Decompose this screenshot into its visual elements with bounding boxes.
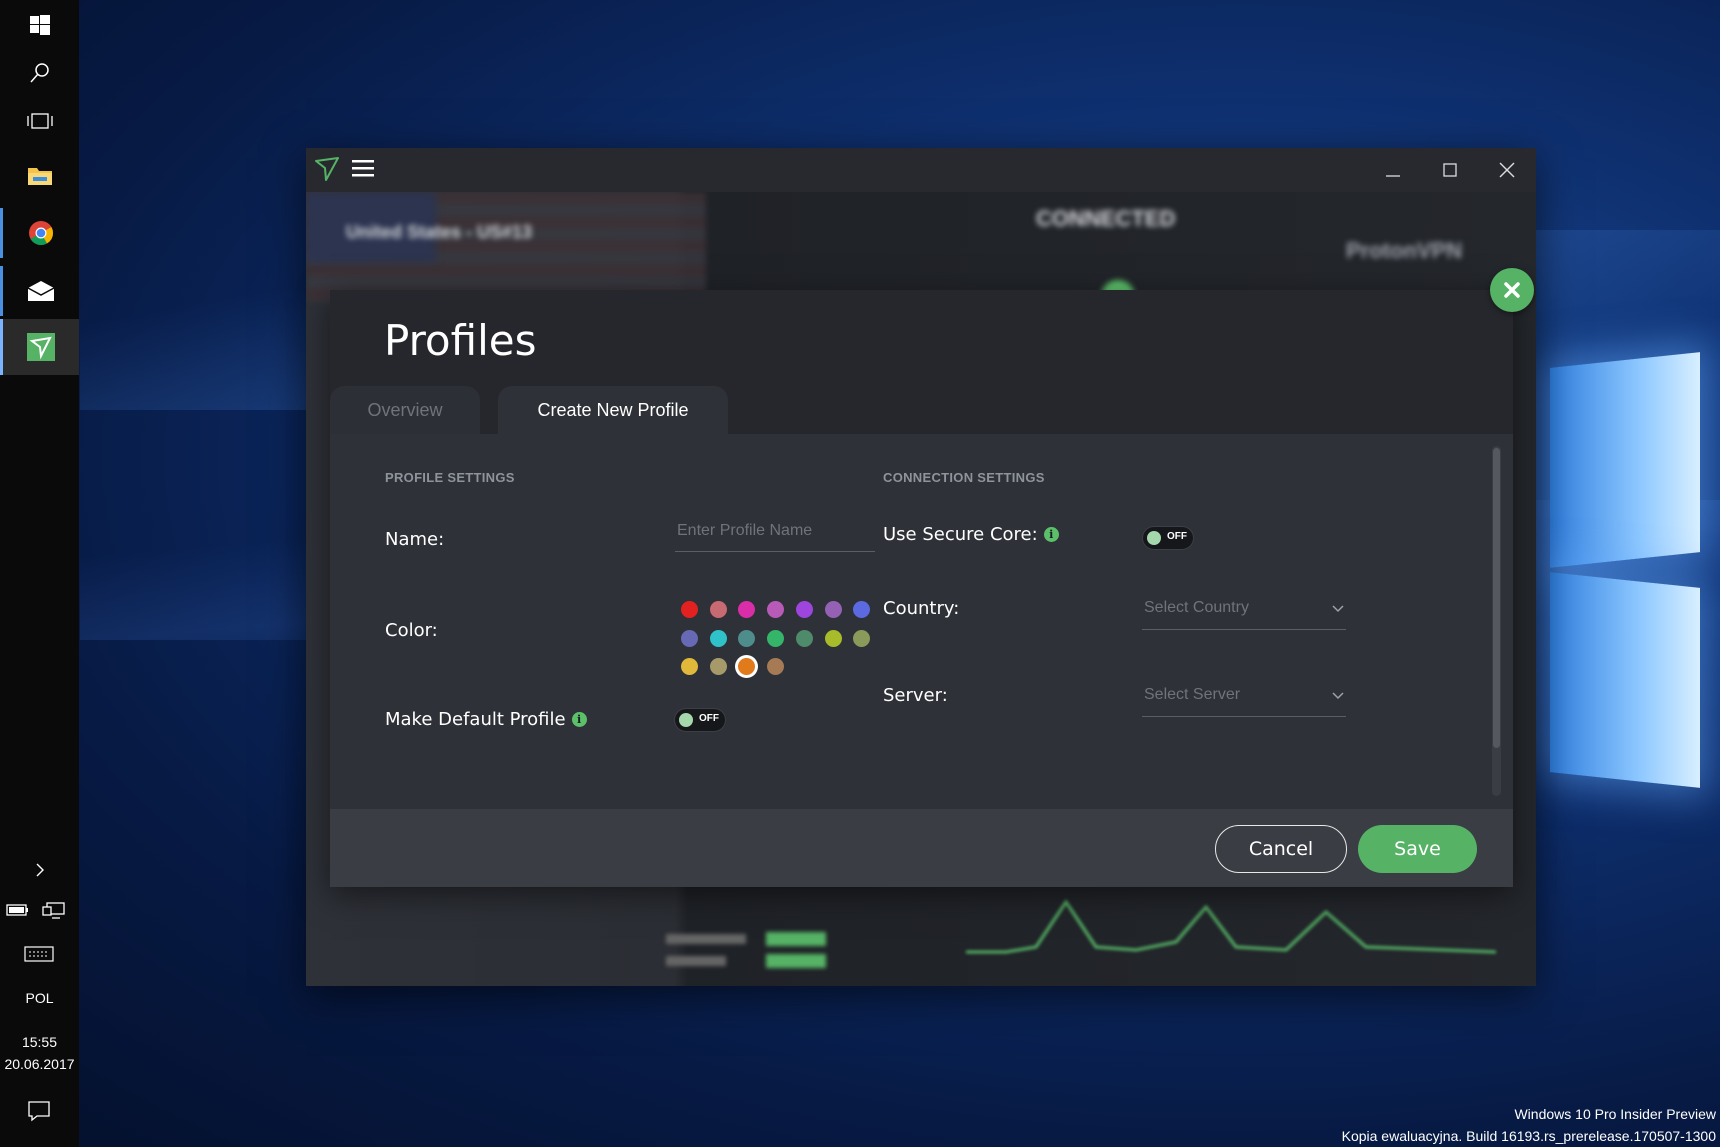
country-select[interactable]: Select Country bbox=[1142, 586, 1346, 630]
create-profile-panel: PROFILE SETTINGS Name: Color: Make Defau… bbox=[330, 434, 1513, 809]
server-label: Server: bbox=[883, 685, 948, 706]
search-icon[interactable] bbox=[0, 48, 79, 98]
connection-settings-heading: CONNECTION SETTINGS bbox=[883, 470, 1045, 485]
title-bar bbox=[306, 148, 1536, 192]
color-swatch[interactable] bbox=[681, 658, 698, 676]
scrollbar-thumb[interactable] bbox=[1493, 448, 1500, 748]
color-swatch-selected[interactable] bbox=[738, 658, 756, 676]
secure-core-text: Use Secure Core: bbox=[883, 524, 1038, 545]
window-close-button[interactable] bbox=[1487, 154, 1527, 186]
protonvpn-logo-icon bbox=[314, 156, 340, 187]
info-icon[interactable]: i bbox=[571, 712, 587, 727]
tab-create-new-profile[interactable]: Create New Profile bbox=[498, 386, 728, 434]
file-explorer-icon[interactable] bbox=[0, 150, 79, 200]
color-label: Color: bbox=[385, 620, 438, 641]
profile-settings-heading: PROFILE SETTINGS bbox=[385, 470, 515, 485]
chevron-down-icon bbox=[1332, 687, 1344, 703]
profiles-modal: Profiles Overview Create New Profile PRO… bbox=[330, 290, 1513, 887]
chevron-right-icon[interactable] bbox=[0, 850, 79, 890]
windows-build-watermark: Kopia ewaluacyjna. Build 16193.rs_prerel… bbox=[1341, 1128, 1716, 1144]
make-default-text: Make Default Profile bbox=[385, 709, 566, 730]
info-icon[interactable]: i bbox=[1043, 527, 1059, 542]
color-swatch[interactable] bbox=[767, 601, 785, 618]
color-swatch[interactable] bbox=[709, 629, 727, 647]
color-swatch[interactable] bbox=[824, 629, 842, 647]
connection-status-text: CONNECTED bbox=[1036, 206, 1176, 231]
make-default-toggle[interactable]: OFF bbox=[674, 708, 726, 732]
panel-scrollbar[interactable] bbox=[1492, 446, 1501, 796]
action-center-icon[interactable] bbox=[27, 1100, 51, 1127]
hamburger-menu-icon[interactable] bbox=[352, 158, 374, 183]
name-label: Name: bbox=[385, 529, 445, 550]
color-swatch[interactable] bbox=[709, 658, 727, 676]
color-swatch[interactable] bbox=[795, 601, 813, 618]
color-swatch[interactable] bbox=[709, 601, 727, 618]
minimize-button[interactable] bbox=[1373, 154, 1413, 186]
modal-title: Profiles bbox=[384, 316, 537, 365]
save-button[interactable]: Save bbox=[1358, 825, 1477, 873]
windows-start-icon[interactable] bbox=[0, 0, 79, 50]
make-default-label: Make Default Profile i bbox=[385, 709, 587, 730]
chevron-down-icon bbox=[1332, 600, 1344, 616]
brand-watermark-text: ProtonVPN bbox=[1346, 238, 1463, 263]
clock-date[interactable]: 20.06.2017 bbox=[0, 1056, 79, 1072]
protonvpn-taskbar-icon[interactable] bbox=[0, 319, 79, 375]
color-swatch[interactable] bbox=[795, 629, 813, 647]
mail-icon[interactable] bbox=[0, 266, 79, 316]
color-swatch[interactable] bbox=[853, 629, 871, 647]
secure-core-toggle[interactable]: OFF bbox=[1142, 526, 1194, 550]
toggle-state: OFF bbox=[1167, 531, 1187, 542]
color-swatch[interactable] bbox=[738, 601, 756, 618]
cancel-button[interactable]: Cancel bbox=[1215, 825, 1347, 873]
country-label: Country: bbox=[883, 598, 960, 619]
country-placeholder: Select Country bbox=[1144, 598, 1249, 616]
color-swatch[interactable] bbox=[681, 601, 698, 618]
modal-footer: Cancel Save bbox=[330, 809, 1513, 887]
toggle-knob bbox=[679, 713, 693, 727]
chrome-icon[interactable] bbox=[0, 208, 79, 258]
network-icon[interactable] bbox=[42, 902, 66, 925]
toggle-state: OFF bbox=[699, 713, 719, 724]
taskbar: POL 15:55 20.06.2017 bbox=[0, 0, 79, 1147]
color-swatch[interactable] bbox=[767, 629, 785, 647]
server-name-text: United States - US#13 bbox=[346, 222, 533, 242]
profile-tabs: Overview Create New Profile bbox=[330, 386, 1513, 434]
task-view-icon[interactable] bbox=[0, 96, 79, 146]
color-swatch[interactable] bbox=[853, 601, 871, 618]
language-indicator[interactable]: POL bbox=[0, 990, 79, 1006]
battery-icon[interactable] bbox=[4, 902, 30, 923]
tab-overview[interactable]: Overview bbox=[330, 386, 480, 434]
server-select[interactable]: Select Server bbox=[1142, 673, 1346, 717]
speed-graph bbox=[966, 899, 1496, 954]
color-swatch[interactable] bbox=[767, 658, 785, 676]
maximize-button[interactable] bbox=[1430, 154, 1470, 186]
secure-core-label: Use Secure Core: i bbox=[883, 524, 1059, 545]
windows-build-watermark: Windows 10 Pro Insider Preview bbox=[1514, 1106, 1716, 1122]
color-swatch[interactable] bbox=[824, 601, 842, 618]
toggle-knob bbox=[1147, 531, 1161, 545]
keyboard-icon[interactable] bbox=[24, 945, 54, 968]
profile-name-input[interactable] bbox=[675, 510, 875, 552]
color-swatch[interactable] bbox=[681, 629, 698, 647]
desktop-windows-logo bbox=[1530, 352, 1720, 810]
server-placeholder: Select Server bbox=[1144, 685, 1241, 703]
color-swatch[interactable] bbox=[738, 629, 756, 647]
close-modal-button[interactable] bbox=[1490, 268, 1534, 312]
clock-time[interactable]: 15:55 bbox=[0, 1034, 79, 1050]
